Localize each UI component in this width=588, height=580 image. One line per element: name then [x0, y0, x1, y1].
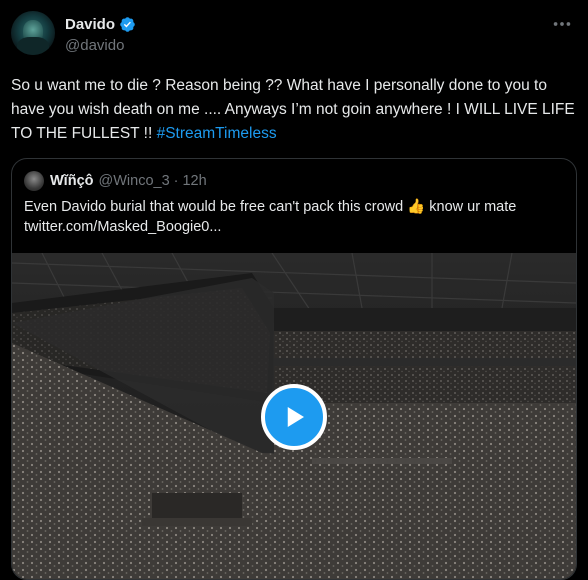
author-name[interactable]: Davido: [65, 16, 115, 33]
verified-badge-icon: [120, 16, 135, 32]
quoted-author-name[interactable]: Wĩñçô: [50, 173, 94, 189]
quoted-timestamp[interactable]: 12h: [182, 173, 206, 189]
author-name-row: Davido: [65, 14, 136, 34]
quoted-tweet-card[interactable]: Wĩñçô @Winco_3 · 12h Even Davido burial …: [11, 158, 577, 580]
quoted-author-avatar[interactable]: [24, 171, 44, 191]
more-options-icon[interactable]: [551, 13, 573, 35]
author-avatar[interactable]: [11, 11, 55, 55]
quoted-author-handle[interactable]: @Winco_3: [99, 173, 170, 189]
quoted-separator: ·: [173, 173, 179, 189]
tweet-text: So u want me to die ? Reason being ?? Wh…: [11, 74, 579, 146]
tweet-body: So u want me to die ? Reason being ?? Wh…: [11, 77, 575, 142]
play-icon: [287, 407, 304, 427]
quoted-tweet-text: Even Davido burial that would be free ca…: [24, 199, 517, 235]
hashtag-link[interactable]: #StreamTimeless: [157, 125, 277, 142]
author-handle[interactable]: @davido: [65, 37, 124, 54]
avatar-hood: [17, 37, 49, 55]
play-button[interactable]: [261, 384, 327, 450]
quoted-tweet-header: Wĩñçô @Winco_3 · 12h: [24, 171, 207, 191]
video-thumbnail[interactable]: [12, 253, 576, 579]
